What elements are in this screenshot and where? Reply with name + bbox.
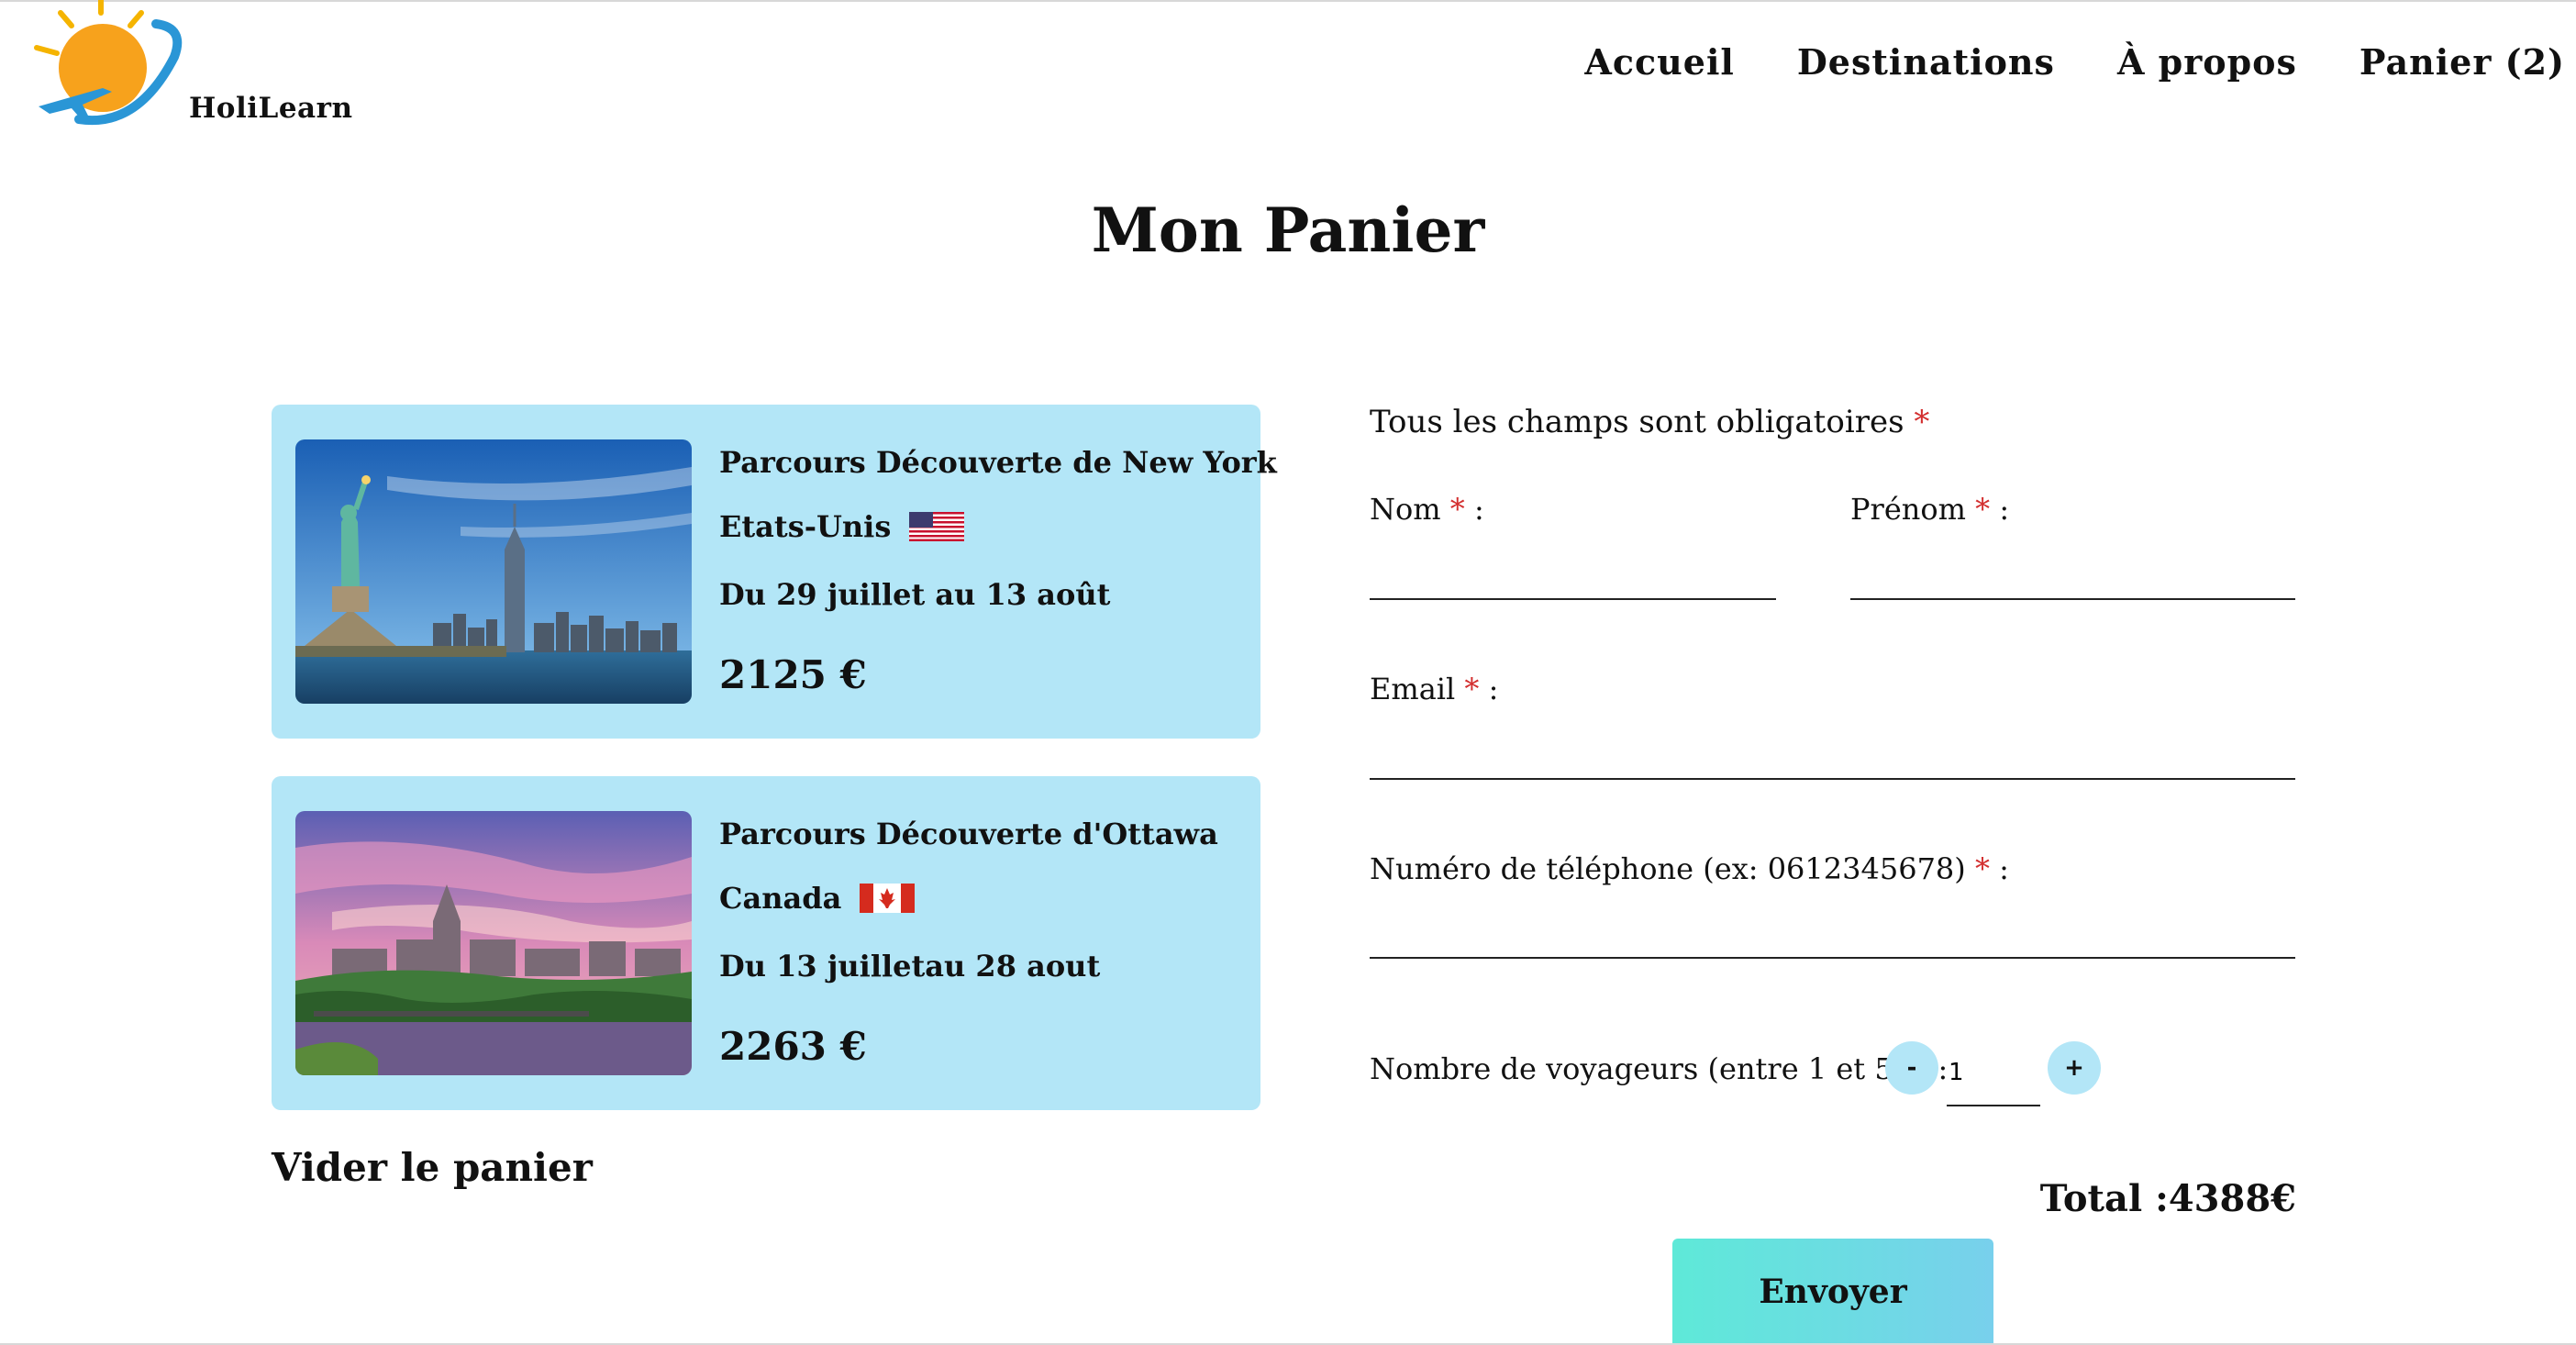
label-colon: : (1473, 492, 1484, 527)
travelers-label: Nombre de voyageurs (entre 1 et 5) * : (1370, 1051, 1948, 1086)
nom-label: Nom * : (1370, 492, 1484, 527)
email-label-text: Email (1370, 672, 1456, 706)
label-colon: : (1488, 672, 1499, 706)
travelers-input[interactable] (1947, 1040, 2040, 1106)
submit-button[interactable]: Envoyer (1672, 1239, 1993, 1345)
cart-item: Parcours Découverte d'Ottawa Canada Du 1… (272, 776, 1260, 1110)
us-flag-icon (909, 512, 965, 541)
new-york-image (295, 439, 692, 704)
cart-item-country: Canada (719, 881, 916, 916)
decrease-travelers-button[interactable]: - (1885, 1041, 1938, 1095)
travelers-label-text: Nombre de voyageurs (entre 1 et 5) (1370, 1051, 1905, 1086)
required-mark: * (1974, 851, 1990, 886)
phone-label-text: Numéro de téléphone (ex: 0612345678) (1370, 851, 1966, 886)
cart-item-title: Parcours Découverte d'Ottawa (719, 817, 1218, 851)
ottawa-image (295, 811, 692, 1075)
country-name: Canada (719, 881, 842, 916)
phone-label: Numéro de téléphone (ex: 0612345678) * : (1370, 851, 2009, 886)
cart-item-dates: Du 13 juilletau 28 aout (719, 949, 1101, 984)
cart-item-price: 2263 € (719, 1024, 867, 1069)
nav-accueil[interactable]: Accueil (1584, 41, 1734, 83)
label-colon: : (1999, 851, 2009, 886)
required-mark: * (1464, 672, 1480, 706)
note-text: Tous les champs sont obligatoires (1370, 404, 1904, 440)
top-border (0, 0, 2576, 2)
cart-item-price: 2125 € (719, 652, 867, 697)
page-title: Mon Panier (1091, 195, 1485, 266)
nom-label-text: Nom (1370, 492, 1441, 527)
cart-item-dates: Du 29 juillet au 13 août (719, 577, 1111, 612)
cart-item-country: Etats-Unis (719, 509, 965, 544)
canada-flag-icon (860, 884, 916, 913)
email-input[interactable] (1370, 725, 2295, 780)
country-name: Etats-Unis (719, 509, 892, 544)
required-mark: * (1914, 404, 1930, 440)
phone-input[interactable] (1370, 904, 2295, 959)
required-mark: * (1449, 492, 1465, 527)
required-mark: * (1975, 492, 1991, 527)
nom-input[interactable] (1370, 547, 1776, 600)
nav-a-propos[interactable]: À propos (2117, 41, 2297, 83)
logo-text: HoliLearn (189, 92, 353, 125)
increase-travelers-button[interactable]: + (2048, 1041, 2101, 1095)
prenom-input[interactable] (1850, 547, 2295, 600)
logo[interactable]: HoliLearn (28, 0, 352, 138)
prenom-label-text: Prénom (1850, 492, 1966, 527)
nav-panier[interactable]: Panier (2) (2359, 41, 2565, 83)
main-nav: Accueil Destinations À propos Panier (2) (1584, 41, 2565, 83)
clear-cart-button[interactable]: Vider le panier (272, 1145, 593, 1190)
nav-destinations[interactable]: Destinations (1797, 41, 2055, 83)
total-price: Total :4388€ (2039, 1177, 2296, 1220)
cart-item: Parcours Découverte de New York Etats-Un… (272, 405, 1277, 739)
prenom-label: Prénom * : (1850, 492, 2009, 527)
cart-item-title: Parcours Découverte de New York (719, 445, 1277, 480)
label-colon: : (1999, 492, 2010, 527)
required-fields-note: Tous les champs sont obligatoires * (1370, 404, 1929, 440)
email-label: Email * : (1370, 672, 1498, 706)
